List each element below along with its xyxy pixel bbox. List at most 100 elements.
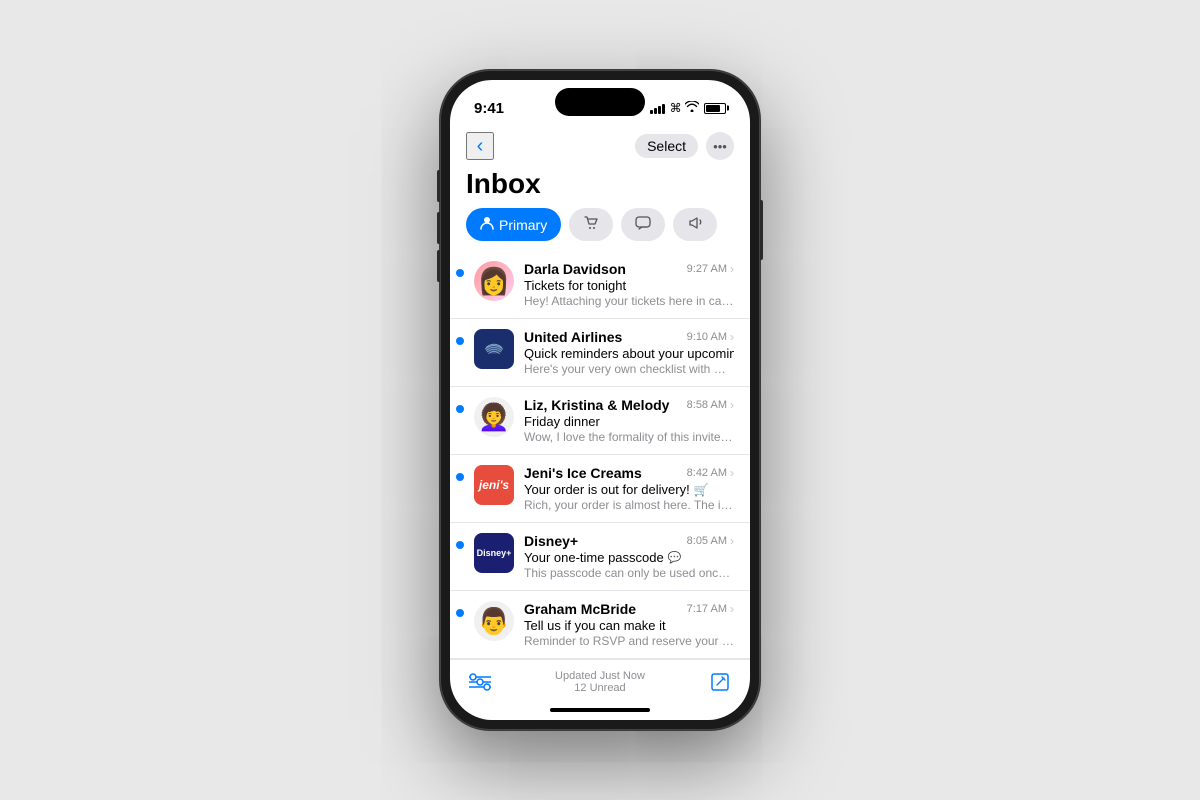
back-button[interactable]: ‹	[466, 132, 494, 160]
tab-shopping[interactable]	[569, 208, 613, 241]
unread-count-text: 12 Unread	[555, 682, 645, 694]
avatar-emoji: 👩	[478, 268, 510, 294]
email-content-jenis: Jeni's Ice Creams 8:42 AM › Your order i…	[524, 465, 734, 512]
email-time-row: 9:27 AM ›	[687, 262, 734, 276]
email-content-darla: Darla Davidson 9:27 AM › Tickets for ton…	[524, 261, 734, 308]
email-item-jenis[interactable]: jeni's Jeni's Ice Creams 8:42 AM › Your …	[450, 455, 750, 523]
email-content-united: United Airlines 9:10 AM › Quick reminder…	[524, 329, 734, 376]
email-time-row: 9:10 AM ›	[687, 330, 734, 344]
email-item-disney[interactable]: Disney+ Disney+ 8:05 AM › Your one-time …	[450, 523, 750, 591]
filter-button[interactable]	[466, 668, 494, 696]
email-item-graham[interactable]: 👨 Graham McBride 7:17 AM › Tell us if yo…	[450, 591, 750, 659]
tab-social[interactable]	[621, 208, 665, 241]
phone-screen: 9:41 ⌘ ‹	[450, 80, 750, 720]
jenis-logo-text: jeni's	[479, 478, 509, 492]
chevron-right-icon: ›	[730, 262, 734, 276]
email-header: Liz, Kristina & Melody 8:58 AM ›	[524, 397, 734, 413]
email-sender: Liz, Kristina & Melody	[524, 397, 669, 413]
email-list: 👩 Darla Davidson 9:27 AM › Tickets for t…	[450, 251, 750, 659]
avatar-united	[474, 329, 514, 369]
avatar-emoji: 👩‍🦱	[478, 404, 510, 430]
unread-indicator	[456, 609, 464, 617]
email-preview: Reminder to RSVP and reserve your seat a…	[524, 634, 734, 648]
chevron-right-icon: ›	[730, 602, 734, 616]
email-sender: Darla Davidson	[524, 261, 626, 277]
status-bar: 9:41 ⌘	[450, 80, 750, 124]
avatar-darla: 👩	[474, 261, 514, 301]
megaphone-icon	[687, 216, 703, 233]
avatar-graham: 👨	[474, 601, 514, 641]
email-subject: Your one-time passcode 💬	[524, 550, 734, 565]
email-time: 8:58 AM	[687, 399, 727, 411]
email-content-disney: Disney+ 8:05 AM › Your one-time passcode…	[524, 533, 734, 580]
page-title: Inbox	[450, 168, 750, 208]
email-subject: Quick reminders about your upcoming... 🛒	[524, 346, 734, 361]
email-time: 7:17 AM	[687, 603, 727, 615]
email-header: Disney+ 8:05 AM ›	[524, 533, 734, 549]
chevron-right-icon: ›	[730, 466, 734, 480]
avatar-disney: Disney+	[474, 533, 514, 573]
shopping-icon	[583, 215, 599, 234]
email-time-row: 8:58 AM ›	[687, 398, 734, 412]
email-sender: Graham McBride	[524, 601, 636, 617]
bottom-status: Updated Just Now 12 Unread	[555, 670, 645, 694]
email-header: Darla Davidson 9:27 AM ›	[524, 261, 734, 277]
email-content-liz: Liz, Kristina & Melody 8:58 AM › Friday …	[524, 397, 734, 444]
email-time-row: 8:05 AM ›	[687, 534, 734, 548]
compose-button[interactable]	[706, 668, 734, 696]
person-icon	[480, 216, 494, 233]
tab-primary[interactable]: Primary	[466, 208, 561, 241]
unread-indicator	[456, 337, 464, 345]
email-time: 9:27 AM	[687, 263, 727, 275]
unread-indicator	[456, 405, 464, 413]
status-time: 9:41	[474, 100, 504, 117]
email-sender: Jeni's Ice Creams	[524, 465, 642, 481]
email-preview: Here's your very own checklist with what…	[524, 362, 734, 376]
chevron-right-icon: ›	[730, 398, 734, 412]
nav-bar: ‹ Select •••	[450, 124, 750, 168]
unread-indicator	[456, 473, 464, 481]
email-time: 9:10 AM	[687, 331, 727, 343]
bottom-bar: Updated Just Now 12 Unread	[450, 659, 750, 700]
message-badge-icon: 💬	[668, 551, 682, 564]
home-indicator	[450, 700, 750, 720]
shopping-badge-icon: 🛒	[694, 483, 709, 497]
avatar-liz: 👩‍🦱	[474, 397, 514, 437]
email-subject: Tickets for tonight	[524, 278, 734, 293]
email-header: Graham McBride 7:17 AM ›	[524, 601, 734, 617]
more-icon: •••	[713, 139, 727, 154]
more-button[interactable]: •••	[706, 132, 734, 160]
email-preview: Wow, I love the formality of this invite…	[524, 430, 734, 444]
dynamic-island	[555, 88, 645, 116]
nav-right-buttons: Select •••	[635, 132, 734, 160]
select-button[interactable]: Select	[635, 134, 698, 158]
wifi-icon: ⌘	[670, 101, 699, 115]
status-icons: ⌘	[650, 101, 726, 115]
chevron-right-icon: ›	[730, 330, 734, 344]
email-sender: United Airlines	[524, 329, 622, 345]
signal-icon	[650, 102, 665, 114]
compose-icon	[709, 671, 731, 693]
unread-indicator	[456, 269, 464, 277]
email-item-liz[interactable]: 👩‍🦱 Liz, Kristina & Melody 8:58 AM › Fri…	[450, 387, 750, 455]
avatar-jenis: jeni's	[474, 465, 514, 505]
email-time-row: 7:17 AM ›	[687, 602, 734, 616]
email-header: United Airlines 9:10 AM ›	[524, 329, 734, 345]
email-subject: Your order is out for delivery! 🛒	[524, 482, 734, 497]
chat-icon	[635, 216, 651, 233]
email-time: 8:42 AM	[687, 467, 727, 479]
email-item-united[interactable]: United Airlines 9:10 AM › Quick reminder…	[450, 319, 750, 387]
united-airlines-logo	[478, 333, 510, 365]
email-preview: This passcode can only be used once and …	[524, 566, 734, 580]
email-content-graham: Graham McBride 7:17 AM › Tell us if you …	[524, 601, 734, 648]
home-bar	[550, 708, 650, 712]
tab-promo[interactable]	[673, 208, 717, 241]
email-subject: Friday dinner	[524, 414, 734, 429]
disney-logo-text: Disney+	[477, 548, 512, 558]
email-subject: Tell us if you can make it	[524, 618, 734, 633]
updated-text: Updated Just Now	[555, 670, 645, 682]
email-header: Jeni's Ice Creams 8:42 AM ›	[524, 465, 734, 481]
category-tabs: Primary	[450, 208, 750, 251]
email-item-darla[interactable]: 👩 Darla Davidson 9:27 AM › Tickets for t…	[450, 251, 750, 319]
email-preview: Hey! Attaching your tickets here in case…	[524, 294, 734, 308]
